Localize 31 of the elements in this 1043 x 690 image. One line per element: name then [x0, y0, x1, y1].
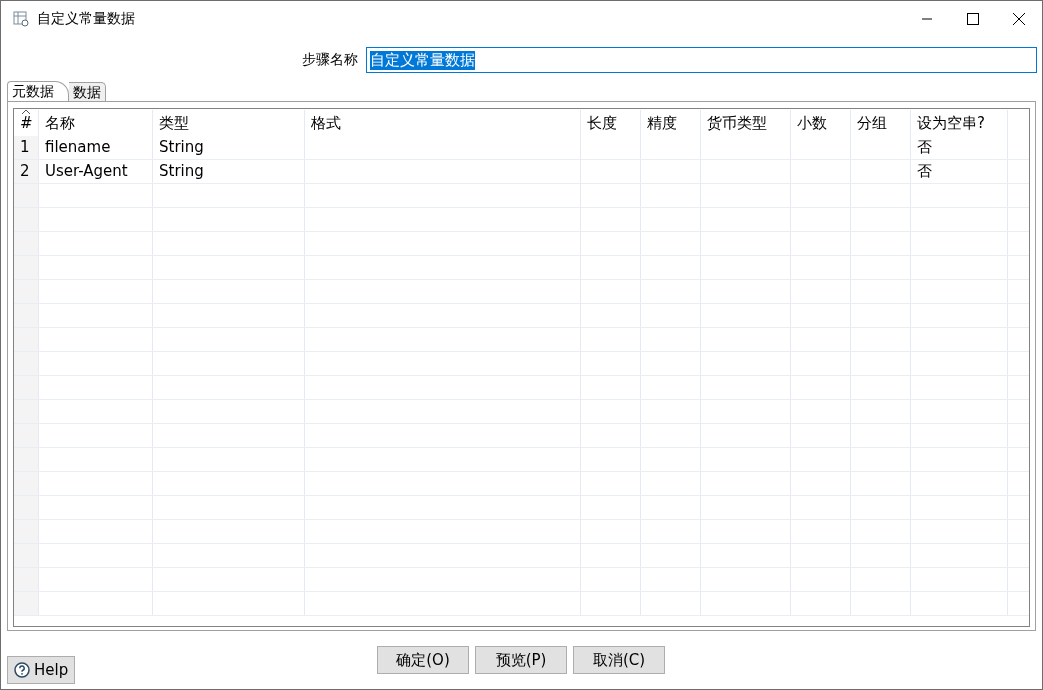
help-icon	[14, 662, 30, 678]
column-header[interactable]: 分组	[851, 110, 911, 136]
row-number: 1	[14, 136, 39, 159]
column-header[interactable]: 精度	[641, 110, 701, 136]
table-icon	[13, 11, 29, 27]
column-header[interactable]: 长度	[581, 110, 641, 136]
row-number: 2	[14, 160, 39, 183]
caret-up-icon	[21, 109, 31, 115]
column-header[interactable]: 格式	[305, 110, 581, 136]
help-button[interactable]: Help	[7, 656, 76, 684]
dialog-button[interactable]: 预览(P)	[475, 646, 567, 674]
dialog-button[interactable]: 确定(O)	[377, 646, 469, 674]
close-icon	[1013, 13, 1025, 25]
table-cell: 否	[911, 160, 1008, 183]
column-header[interactable]: 设为空串?	[911, 110, 1008, 136]
maximize-icon	[967, 13, 979, 25]
column-header[interactable]: 小数	[791, 110, 851, 136]
table-cell: filename	[39, 136, 153, 159]
table-cell: String	[153, 160, 305, 183]
column-header[interactable]: 类型	[153, 110, 305, 136]
table-cell: String	[153, 136, 305, 159]
tab[interactable]: 数据	[69, 82, 106, 101]
step-name-label: 步骤名称	[302, 51, 358, 69]
column-header[interactable]: 货币类型	[701, 110, 791, 136]
tab[interactable]: 元数据	[7, 81, 69, 101]
table-cell: User-Agent	[39, 160, 153, 183]
step-name-field[interactable]: 自定义常量数据	[366, 47, 1037, 73]
table-cell: 否	[911, 136, 1008, 159]
window-title: 自定义常量数据	[37, 10, 135, 28]
dialog-button[interactable]: 取消(C)	[573, 646, 665, 674]
column-header[interactable]: 名称	[39, 110, 153, 136]
